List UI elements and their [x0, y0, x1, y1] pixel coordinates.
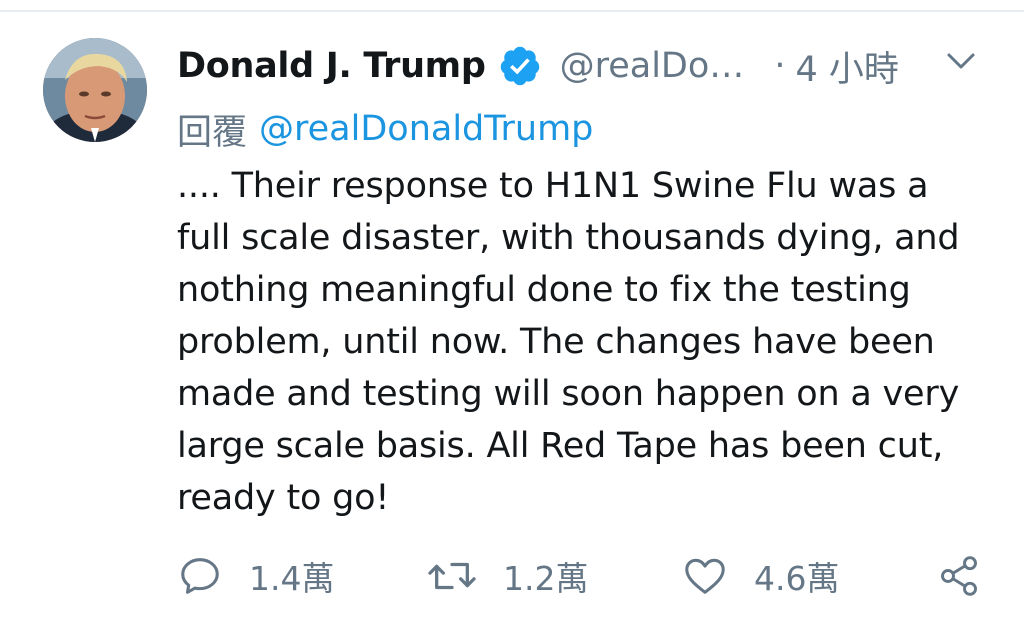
reply-count: 1.4萬 [249, 559, 335, 598]
reply-button[interactable]: 1.4萬 [177, 548, 334, 604]
retweet-count: 1.2萬 [503, 559, 589, 598]
tweet-header: Donald J. Trump @realDo… · 4 小時 [177, 38, 899, 94]
like-count: 4.6萬 [754, 559, 840, 598]
author-handle[interactable]: @realDo… [560, 46, 745, 86]
tweet-text-line: ready to go! [177, 478, 390, 518]
tweet-text-line: nothing meaningful done to fix the testi… [177, 270, 911, 310]
reply-bubble-icon [181, 558, 219, 594]
tweet-text: .... Their response to H1N1 Swine Flu wa… [177, 160, 997, 524]
tweet-text-line: problem, until now. The changes have bee… [177, 322, 935, 362]
retweet-icon [428, 562, 476, 590]
tweet-actions: 1.4萬 1.2萬 4.6萬 [177, 548, 997, 604]
heart-icon [685, 558, 725, 594]
tweet-text-line: .... Their response to H1N1 Swine Flu wa… [177, 166, 929, 206]
verified-badge-icon [500, 46, 539, 86]
tweet-timestamp[interactable]: 4 小時 [795, 41, 898, 92]
tweet-text-line: made and testing will soon happen on a v… [177, 374, 960, 414]
like-button[interactable]: 4.6萬 [682, 548, 839, 604]
chevron-down-icon[interactable] [944, 44, 978, 78]
tweet-text-line: large scale basis. All Red Tape has been… [177, 426, 944, 466]
reply-label: 回覆 [177, 112, 248, 153]
share-button[interactable] [937, 548, 1007, 604]
author-name[interactable]: Donald J. Trump [177, 46, 486, 86]
top-divider [0, 10, 1024, 12]
reply-mention-link[interactable]: @realDonaldTrump [259, 109, 593, 149]
avatar[interactable] [43, 38, 147, 142]
retweet-button[interactable]: 1.2萬 [427, 548, 588, 604]
avatar-image [43, 38, 147, 142]
separator-dot: · [774, 46, 786, 86]
replying-to: 回覆 @realDonaldTrump [177, 104, 593, 154]
share-icon [941, 556, 977, 596]
tweet-text-line: full scale disaster, with thousands dyin… [177, 218, 960, 258]
